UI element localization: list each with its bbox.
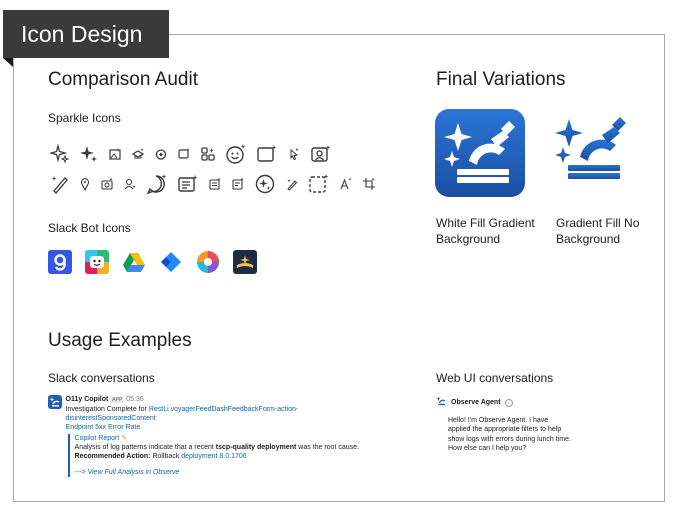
- section-tag: Icon Design: [3, 10, 169, 58]
- sparkle-outline-icon: [50, 144, 70, 164]
- sparkle-smiley-icon: [225, 143, 247, 165]
- sparkle-pen-icon: [285, 177, 299, 191]
- sparkle-profile-icon: [310, 144, 332, 164]
- sparkle-list-icon: [208, 177, 222, 191]
- sparkle-camera-icon: [100, 177, 114, 191]
- agent-name: Observe Agent: [451, 399, 501, 406]
- bot-avatar-icon: [48, 395, 62, 409]
- sparkle-user-icon: [123, 177, 137, 191]
- sparkle-pin-icon: [79, 177, 91, 191]
- agent-avatar-icon: [436, 396, 447, 410]
- bot-jira-icon: [159, 250, 183, 274]
- report-line2-text: Rollback: [150, 453, 182, 460]
- bot-g-logo-icon: [48, 250, 72, 274]
- agent-message-text: Hello! I'm Observe Agent. I have applied…: [448, 416, 571, 453]
- slack-bot-icons-title: Slack Bot Icons: [48, 221, 131, 235]
- line1-prefix: Investigation Complete for: [65, 406, 149, 413]
- variant-gradient-fill-icon: [553, 115, 633, 192]
- sparkle-message-icon: [256, 144, 278, 164]
- report-line1-suffix: was the root cause.: [296, 444, 359, 451]
- bot-google-drive-icon: [122, 250, 146, 274]
- sparkle-icons-row-1: [50, 143, 332, 165]
- bot-slack-face-icon: [85, 250, 109, 274]
- web-message: Observe Agent i Hello! I'm Observe Agent…: [436, 396, 576, 454]
- view-full-analysis-link[interactable]: ---> View Full Analysis in Observe: [75, 469, 180, 476]
- slack-message: O11y Copilot APP 05:36 Investigation Com…: [48, 395, 378, 477]
- sparkle-grid-icon: [200, 146, 216, 162]
- slack-conversations-title: Slack conversations: [48, 371, 155, 385]
- deployment-link[interactable]: deployment 8.0.1706: [181, 453, 246, 460]
- sparkle-note-icon: [231, 177, 245, 191]
- sparkle-chat-icon: [177, 147, 191, 161]
- info-icon[interactable]: i: [504, 398, 513, 407]
- sparkle-text-icon: [339, 177, 353, 191]
- sparkle-bubble-icon: [146, 173, 168, 195]
- app-badge: APP: [110, 397, 125, 403]
- tag-title: Icon Design: [21, 20, 143, 47]
- tag-fold: [3, 58, 13, 67]
- sparkle-image-icon: [108, 147, 122, 161]
- endpoint-link[interactable]: Endpoint 5xx Error Rate: [66, 424, 141, 431]
- variant-white-fill-icon: [435, 109, 525, 202]
- comparison-audit-title: Comparison Audit: [48, 69, 198, 90]
- sparkle-cursor-icon: [287, 147, 301, 161]
- bot-name[interactable]: O11y Copilot: [66, 396, 109, 403]
- report-line1-bold: tscp-quality deployment: [215, 444, 297, 451]
- pencil-emoji-icon: ✎: [121, 435, 128, 442]
- sparkle-icons-title: Sparkle Icons: [48, 111, 121, 125]
- message-time: 05:36: [126, 396, 144, 403]
- copilot-report-link[interactable]: Copilot Report: [75, 435, 120, 442]
- bot-aperture-icon: [196, 250, 220, 274]
- sparkle-selection-icon: [308, 173, 330, 195]
- recommended-action-label: Recommended Action:: [74, 453, 151, 460]
- sparkle-wand-icon: [50, 174, 70, 194]
- usage-examples-title: Usage Examples: [48, 330, 192, 351]
- variant-gradient-fill-label: Gradient Fill No Background: [556, 216, 640, 246]
- web-ui-conversations-title: Web UI conversations: [436, 371, 554, 385]
- variant-white-fill-label: White Fill Gradient Background: [436, 216, 535, 246]
- sparkle-refresh-icon: [154, 147, 168, 161]
- sparkle-filled-icon: [79, 144, 99, 164]
- sparkle-hat-icon: [131, 147, 145, 161]
- bot-book-icon: [233, 250, 257, 274]
- sparkle-icons-row-2: [50, 173, 376, 195]
- report-line1-prefix: Analysis of log patterns indicate that a…: [74, 444, 216, 451]
- final-variations-title: Final Variations: [436, 69, 566, 90]
- sparkle-circle-icon: [254, 173, 276, 195]
- sparkle-crop-icon: [362, 177, 376, 191]
- sparkle-document-icon: [177, 174, 199, 194]
- slack-bot-icons-row: [48, 250, 257, 274]
